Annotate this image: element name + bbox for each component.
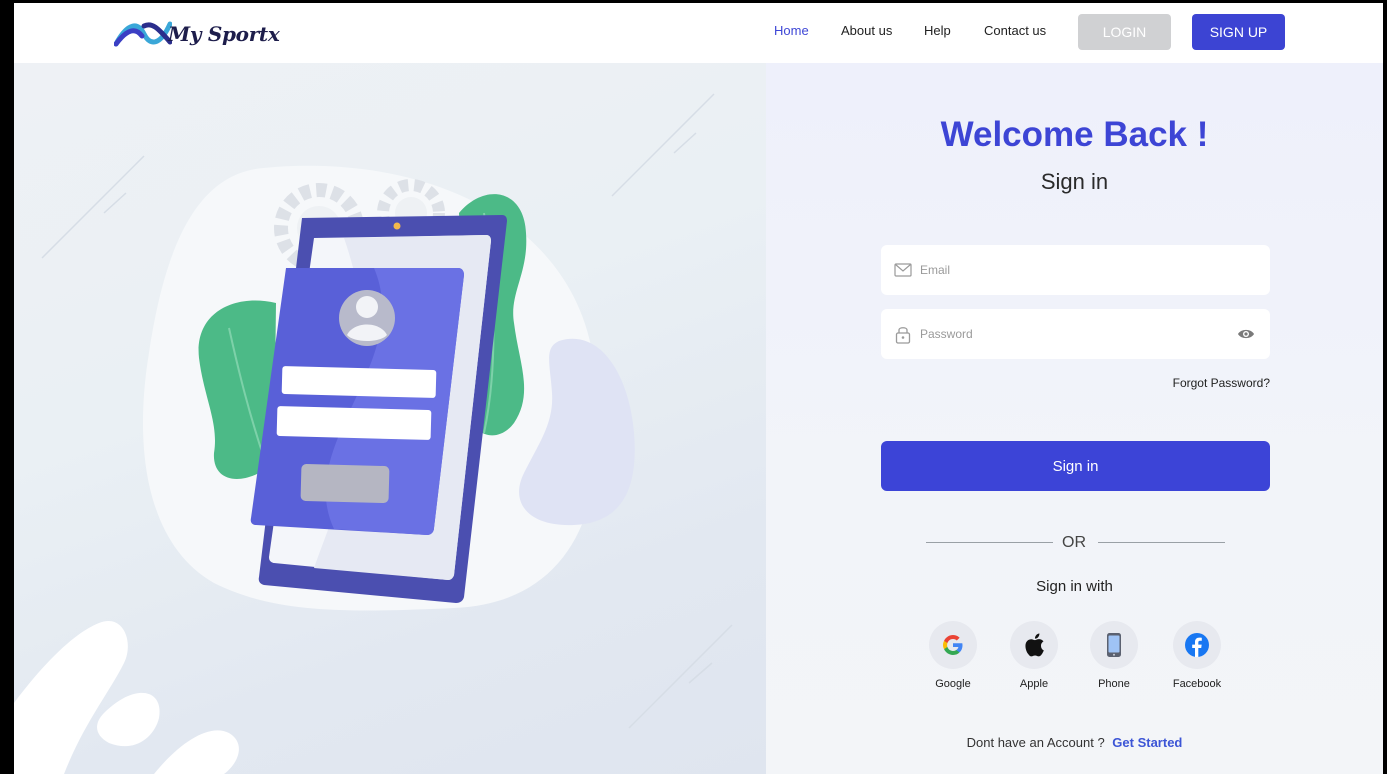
welcome-heading: Welcome Back ! xyxy=(940,115,1209,154)
apple-icon[interactable] xyxy=(1010,621,1058,669)
password-field[interactable] xyxy=(881,309,1270,359)
page: My Sportx Home About us Help Contact us … xyxy=(14,3,1383,774)
login-illustration xyxy=(14,93,733,774)
email-input[interactable] xyxy=(920,263,1270,277)
google-icon[interactable] xyxy=(929,621,977,669)
or-label: OR xyxy=(1062,534,1086,551)
facebook-signin[interactable]: Facebook xyxy=(1162,621,1232,690)
phone-label: Phone xyxy=(1098,678,1130,690)
facebook-label: Facebook xyxy=(1172,678,1222,690)
logo-text: My Sportx xyxy=(168,22,280,46)
phone-icon[interactable] xyxy=(1090,621,1138,669)
logo-icon xyxy=(114,21,172,47)
apple-signin[interactable]: Apple xyxy=(999,621,1069,690)
logo[interactable]: My Sportx xyxy=(114,19,280,49)
signin-with-label: Sign in with xyxy=(1036,578,1113,595)
signup-button[interactable]: SIGN UP xyxy=(1192,14,1285,50)
email-field[interactable] xyxy=(881,245,1270,295)
eye-icon[interactable] xyxy=(1234,322,1258,346)
nav-help[interactable]: Help xyxy=(924,23,951,43)
google-signin[interactable]: Google xyxy=(918,621,988,690)
apple-label: Apple xyxy=(1019,678,1049,690)
signin-button[interactable]: Sign in xyxy=(881,441,1270,491)
signin-panel: Welcome Back ! Sign in Forgot Password? … xyxy=(766,63,1383,774)
nav-contact-us[interactable]: Contact us xyxy=(984,23,1046,43)
signup-prompt: Dont have an Account ? Get Started xyxy=(766,735,1383,750)
forgot-password-link[interactable]: Forgot Password? xyxy=(1173,376,1270,390)
email-icon xyxy=(893,260,913,280)
header: My Sportx Home About us Help Contact us … xyxy=(14,3,1383,63)
phone-signin[interactable]: Phone xyxy=(1079,621,1149,690)
nav-about-us[interactable]: About us xyxy=(841,23,892,43)
facebook-icon[interactable] xyxy=(1173,621,1221,669)
nav-home[interactable]: Home xyxy=(774,23,809,43)
password-input[interactable] xyxy=(920,327,1234,341)
get-started-link[interactable]: Get Started xyxy=(1112,735,1182,750)
lock-icon xyxy=(893,324,913,344)
google-label: Google xyxy=(935,678,971,690)
illustration-panel xyxy=(14,63,766,774)
no-account-text: Dont have an Account ? xyxy=(966,735,1105,750)
divider-left xyxy=(926,542,1053,543)
login-button[interactable]: LOGIN xyxy=(1078,14,1171,50)
divider-right xyxy=(1098,542,1225,543)
signin-subtitle: Sign in xyxy=(1040,169,1109,194)
